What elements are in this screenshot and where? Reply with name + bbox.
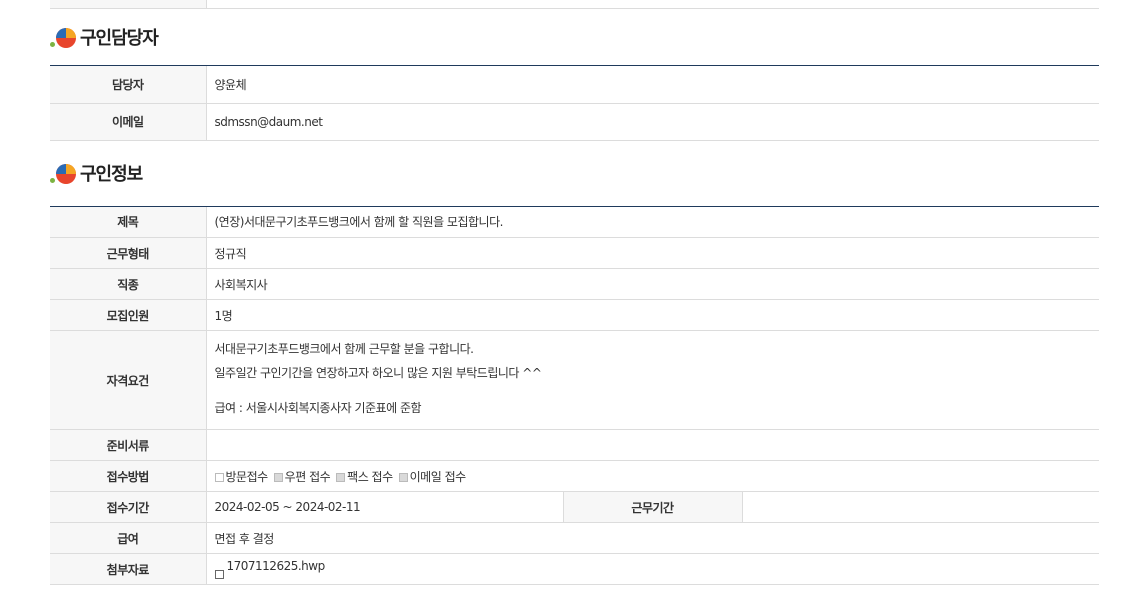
table-row: 자격요건 서대문구기초푸드뱅크에서 함께 근무할 분을 구합니다. 일주일간 구… (50, 330, 1100, 430)
manager-title-text: 구인담당자 (80, 28, 159, 49)
manager-label: 담당자 (50, 66, 207, 104)
table-row: 근무형태 정규직 (50, 237, 1099, 269)
table-row: 접수기간 2024-02-05 ~ 2024-02-11 근무기간 (50, 491, 1099, 523)
manager-section-title: 구인담당자 (50, 9, 1099, 66)
bullet-icon (50, 159, 78, 187)
previous-table-tail (50, 0, 1099, 9)
email-label: 이메일 (50, 103, 207, 141)
apply-method-label: 접수방법 (50, 460, 207, 492)
table-row: 직종 사회복지사 (50, 268, 1099, 300)
table-row: 준비서류 (50, 429, 1099, 461)
qualification-line (215, 385, 1100, 396)
work-period-value (742, 491, 1099, 523)
salary-value: 면접 후 결정 (206, 522, 1099, 554)
work-period-label: 근무기간 (563, 491, 743, 523)
qualification-line: 급여 : 서울시사회복지종사자 기준표에 준함 (214, 400, 422, 415)
job-title-text: 구인정보 (80, 164, 143, 185)
job-table: 제목 (연장)서대문구기초푸드뱅크에서 함께 할 직원을 모집합니다. 근무형태… (50, 206, 1100, 585)
work-type-label: 근무형태 (50, 237, 207, 269)
checkbox-checked-icon (336, 472, 346, 482)
table-row: 담당자 양윤체 (50, 66, 1099, 104)
qualification-line: 일주일간 구인기간을 연장하고자 하오니 많은 지원 부탁드립니다 ^^ (214, 365, 542, 380)
headcount-value: 1명 (206, 299, 1099, 331)
qualification-line: 서대문구기초푸드뱅크에서 함께 근무할 분을 구합니다. (214, 341, 474, 356)
method-fax: 팩스 접수 (336, 470, 393, 484)
documents-value (206, 429, 1099, 461)
salary-label: 급여 (50, 522, 207, 554)
subject-label: 제목 (50, 206, 207, 238)
table-row: 모집인원 1명 (50, 299, 1099, 331)
job-kind-label: 직종 (50, 268, 207, 300)
checkbox-icon (214, 472, 224, 482)
manager-value: 양윤체 (206, 66, 1099, 104)
table-row: 첨부자료 f1707112625.hwp (50, 553, 1099, 585)
headcount-label: 모집인원 (50, 299, 207, 331)
attachment-value: f1707112625.hwp (206, 553, 1099, 585)
attachment-link[interactable]: 1707112625.hwp (227, 559, 326, 573)
apply-period-label: 접수기간 (50, 491, 207, 523)
table-row: 이메일 sdmssn@daum.net (50, 103, 1099, 141)
tail-header (50, 0, 207, 9)
job-kind-value: 사회복지사 (206, 268, 1099, 300)
apply-method-options: 방문접수 우편 접수 팩스 접수 이메일 접수 (206, 460, 1099, 492)
file-icon: f (214, 570, 224, 579)
qualification-label: 자격요건 (50, 330, 207, 430)
documents-label: 준비서류 (50, 429, 207, 461)
qualification-value: 서대문구기초푸드뱅크에서 함께 근무할 분을 구합니다. 일주일간 구인기간을 … (206, 330, 1100, 430)
job-section-title: 구인정보 (50, 141, 1099, 207)
job-detail: 구인담당자 담당자 양윤체 이메일 sdmssn@daum.net 구인정보 제… (50, 0, 1099, 585)
tail-cell (206, 0, 1099, 9)
bullet-icon (50, 23, 78, 51)
attachment-label: 첨부자료 (50, 553, 207, 585)
table-row: 제목 (연장)서대문구기초푸드뱅크에서 함께 할 직원을 모집합니다. (50, 206, 1099, 238)
email-value[interactable]: sdmssn@daum.net (206, 103, 1099, 141)
table-row: 급여 면접 후 결정 (50, 522, 1099, 554)
checkbox-checked-icon (398, 472, 408, 482)
apply-period-value: 2024-02-05 ~ 2024-02-11 (206, 491, 564, 523)
method-visit: 방문접수 (214, 470, 268, 484)
checkbox-checked-icon (273, 472, 283, 482)
subject-value: (연장)서대문구기초푸드뱅크에서 함께 할 직원을 모집합니다. (206, 206, 1099, 238)
manager-table: 담당자 양윤체 이메일 sdmssn@daum.net (50, 66, 1099, 141)
table-row: 접수방법 방문접수 우편 접수 팩스 접수 이메일 접수 (50, 460, 1099, 492)
work-type-value: 정규직 (206, 237, 1099, 269)
method-mail: 우편 접수 (273, 470, 331, 484)
method-email: 이메일 접수 (398, 470, 466, 484)
